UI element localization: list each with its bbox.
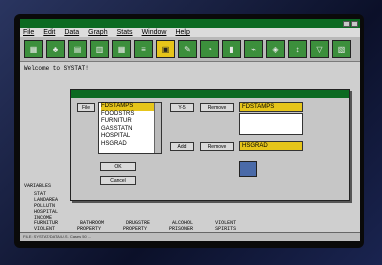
list-item[interactable]: FDSTAMPS <box>101 103 161 111</box>
bars-icon[interactable]: ▮ <box>222 40 241 58</box>
menu-window[interactable]: Window <box>142 29 167 36</box>
title-bar <box>20 19 360 28</box>
list-item[interactable]: FURNITUR <box>101 118 161 126</box>
grid-icon[interactable]: ▤ <box>68 40 87 58</box>
menu-bar: File Edit Data Graph Stats Window Help <box>20 28 360 37</box>
pie-icon[interactable]: ◔ <box>200 40 219 58</box>
welcome-text: Welcome to SYSTAT! <box>24 65 89 72</box>
plot-icon[interactable]: ⌁ <box>244 40 263 58</box>
file-button[interactable]: File <box>77 103 95 112</box>
list-scrollbar[interactable] <box>154 103 161 153</box>
variables-label: VARIABLES <box>24 183 52 189</box>
menu-file[interactable]: File <box>23 29 34 36</box>
list-icon[interactable]: ≡ <box>134 40 153 58</box>
map-icon[interactable]: ◈ <box>266 40 285 58</box>
cancel-button[interactable]: Cancel <box>100 176 136 185</box>
ok-button[interactable]: OK <box>100 162 136 171</box>
list-item[interactable]: FOODSTRS <box>101 111 161 119</box>
dialog-title-bar <box>71 90 349 98</box>
menu-data[interactable]: Data <box>64 29 79 36</box>
target-field-2[interactable]: HSGRAD <box>239 141 303 151</box>
menu-graph[interactable]: Graph <box>88 29 107 36</box>
target-field-1[interactable]: FDSTAMPS <box>239 102 303 112</box>
filter-icon[interactable]: ▽ <box>310 40 329 58</box>
edit-icon[interactable]: ✎ <box>178 40 197 58</box>
maximize-button[interactable] <box>351 20 358 27</box>
remove-button-2[interactable]: Remove <box>200 142 234 151</box>
menu-edit[interactable]: Edit <box>43 29 55 36</box>
layout-icon[interactable]: ▧ <box>332 40 351 58</box>
cube-icon[interactable]: ▦ <box>24 40 43 58</box>
menu-stats[interactable]: Stats <box>117 29 133 36</box>
minimize-button[interactable] <box>343 20 350 27</box>
y-button[interactable]: Y-5 <box>170 103 194 112</box>
chart-icon[interactable]: ▥ <box>90 40 109 58</box>
list-item[interactable]: HSGRAD <box>101 141 161 149</box>
status-bar: FILE: SYSTAT/DATA/U.S. Cases 50 ... <box>20 232 360 241</box>
list-item[interactable]: GASSTATN <box>101 126 161 134</box>
sort-icon[interactable]: ↕ <box>288 40 307 58</box>
tree-icon[interactable]: ♣ <box>46 40 65 58</box>
target-list[interactable] <box>239 113 303 135</box>
add-button[interactable]: Add <box>170 142 194 151</box>
menu-help[interactable]: Help <box>175 29 189 36</box>
variable-list[interactable]: FDSTAMPS FOODSTRS FURNITUR GASSTATN HOSP… <box>98 102 162 154</box>
toolbar: ▦ ♣ ▤ ▥ ▦ ≡ ▣ ✎ ◔ ▮ ⌁ ◈ ↕ ▽ ▧ <box>20 37 360 62</box>
stats-icon[interactable]: ▣ <box>156 40 175 58</box>
list-item[interactable]: HOSPITAL <box>101 133 161 141</box>
app-window: File Edit Data Graph Stats Window Help ▦… <box>20 19 360 241</box>
table-icon[interactable]: ▦ <box>112 40 131 58</box>
variables-column: STAT LANDAREA POLLUTN HOSPITAL INCOME <box>34 191 58 221</box>
options-icon[interactable] <box>239 161 257 177</box>
remove-button-1[interactable]: Remove <box>200 103 234 112</box>
variable-dialog: File FDSTAMPS FOODSTRS FURNITUR GASSTATN… <box>70 89 350 201</box>
